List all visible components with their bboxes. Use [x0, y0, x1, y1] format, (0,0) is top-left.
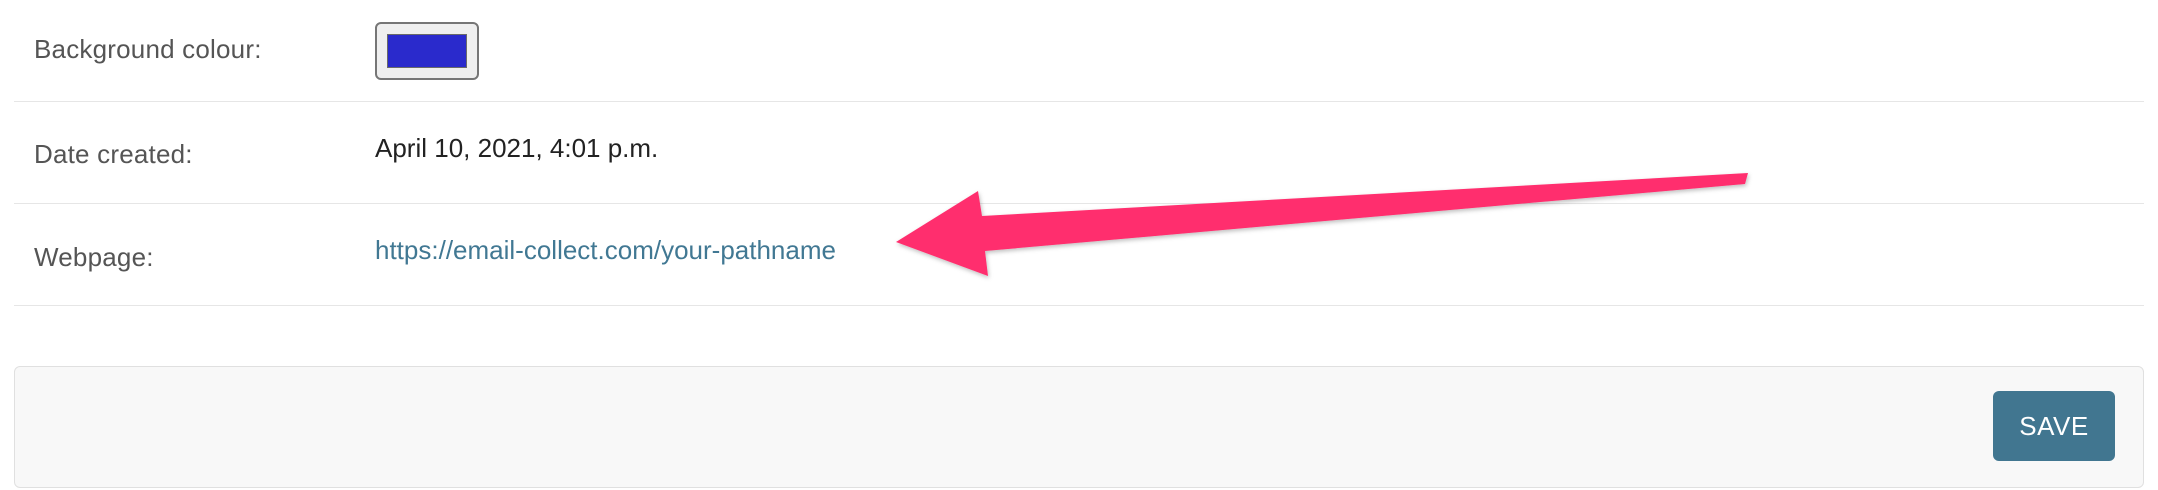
form-row-date-created: Date created: April 10, 2021, 4:01 p.m. [14, 102, 2144, 204]
webpage-link[interactable]: https://email-collect.com/your-pathname [375, 235, 836, 266]
webpage-label: Webpage: [34, 242, 154, 272]
background-colour-label: Background colour: [34, 34, 262, 64]
background-colour-picker[interactable] [375, 22, 479, 80]
date-created-value: April 10, 2021, 4:01 p.m. [375, 133, 659, 163]
form-row-background-colour: Background colour: [14, 0, 2144, 102]
form-row-webpage: Webpage: https://email-collect.com/your-… [14, 204, 2144, 306]
date-created-label: Date created: [34, 139, 193, 169]
save-button[interactable]: SAVE [1993, 391, 2115, 461]
background-colour-swatch [387, 34, 467, 68]
submit-row: SAVE [14, 366, 2144, 488]
